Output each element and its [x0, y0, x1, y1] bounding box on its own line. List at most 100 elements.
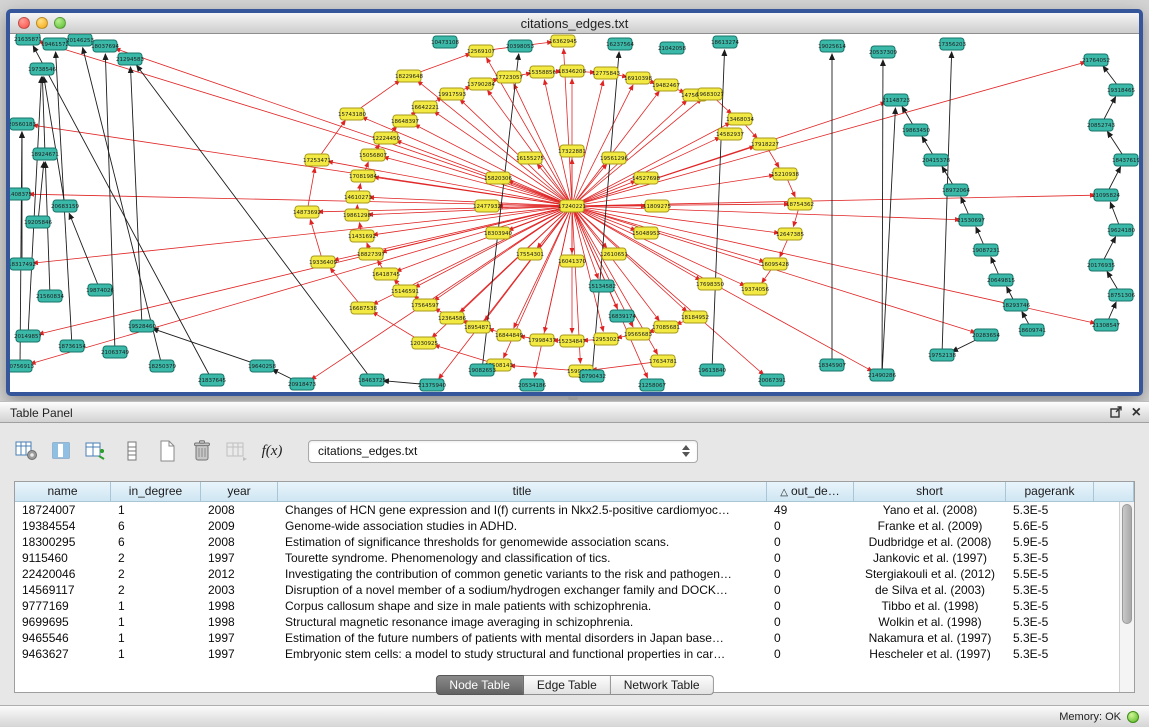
- graph-node[interactable]: [884, 94, 908, 106]
- graph-node[interactable]: [10, 360, 32, 372]
- graph-node[interactable]: [412, 337, 436, 349]
- graph-node[interactable]: [944, 184, 968, 196]
- graph-node[interactable]: [626, 72, 650, 84]
- graph-node[interactable]: [1084, 54, 1108, 66]
- graph-node[interactable]: [43, 38, 67, 50]
- graph-node[interactable]: [959, 214, 983, 226]
- graph-node[interactable]: [871, 46, 895, 58]
- graph-node[interactable]: [560, 145, 584, 157]
- graph-node[interactable]: [551, 35, 575, 47]
- graph-node[interactable]: [26, 216, 50, 228]
- graph-node[interactable]: [10, 118, 34, 130]
- graph-node[interactable]: [350, 230, 374, 242]
- zoom-window-icon[interactable]: [54, 17, 66, 29]
- graph-node[interactable]: [359, 248, 383, 260]
- graph-node[interactable]: [594, 67, 618, 79]
- graph-node[interactable]: [311, 256, 335, 268]
- new-table-icon[interactable]: [154, 438, 180, 464]
- table-row[interactable]: 1938455462009Genome-wide association stu…: [15, 518, 1134, 534]
- graph-node[interactable]: [88, 284, 112, 296]
- graph-node[interactable]: [130, 320, 154, 332]
- graph-node[interactable]: [250, 360, 274, 372]
- graph-node[interactable]: [560, 335, 584, 347]
- graph-node[interactable]: [440, 88, 464, 100]
- graph-node[interactable]: [974, 244, 998, 256]
- graph-node[interactable]: [698, 88, 722, 100]
- table-row[interactable]: 2242004622012Investigating the contribut…: [15, 566, 1134, 582]
- graph-node[interactable]: [683, 311, 707, 323]
- graph-node[interactable]: [1094, 319, 1118, 331]
- graph-node[interactable]: [634, 227, 658, 239]
- graph-node[interactable]: [760, 374, 784, 386]
- table-row[interactable]: 911546021997Tourette syndrome. Phenomeno…: [15, 550, 1134, 566]
- column-header-outde[interactable]: △out_de…: [767, 482, 854, 502]
- graph-node[interactable]: [940, 38, 964, 50]
- graph-node[interactable]: [53, 200, 77, 212]
- column-header-name[interactable]: name: [15, 482, 111, 502]
- table-row[interactable]: 946554611997Estimation of the future num…: [15, 630, 1134, 646]
- graph-node[interactable]: [904, 124, 928, 136]
- graph-node[interactable]: [718, 128, 742, 140]
- graph-node[interactable]: [773, 168, 797, 180]
- table-row[interactable]: 1872400712008Changes of HCN gene express…: [15, 502, 1134, 518]
- graph-node[interactable]: [374, 132, 398, 144]
- graph-node[interactable]: [924, 154, 948, 166]
- column-header-title[interactable]: title: [278, 482, 767, 502]
- graph-node[interactable]: [340, 108, 364, 120]
- graph-node[interactable]: [38, 290, 62, 302]
- graph-node[interactable]: [93, 40, 117, 52]
- graph-node[interactable]: [68, 34, 92, 46]
- graph-node[interactable]: [469, 45, 493, 57]
- graph-node[interactable]: [486, 172, 510, 184]
- graph-node[interactable]: [475, 200, 499, 212]
- graph-node[interactable]: [820, 40, 844, 52]
- graph-node[interactable]: [654, 321, 678, 333]
- network-table-select[interactable]: citations_edges.txt: [308, 440, 698, 463]
- graph-node[interactable]: [345, 209, 369, 221]
- graph-node[interactable]: [16, 34, 40, 45]
- graph-node[interactable]: [1094, 189, 1118, 201]
- float-panel-icon[interactable]: [1110, 406, 1122, 420]
- graph-node[interactable]: [530, 66, 554, 78]
- network-graph[interactable]: 1724022111809275150489531261065116041370…: [10, 34, 1139, 392]
- graph-node[interactable]: [608, 38, 632, 50]
- graph-node[interactable]: [360, 374, 384, 386]
- graph-node[interactable]: [290, 378, 314, 390]
- graph-node[interactable]: [640, 379, 664, 391]
- panel-resize-handle[interactable]: [568, 396, 578, 400]
- close-panel-icon[interactable]: ×: [1132, 405, 1141, 421]
- graph-node[interactable]: [10, 188, 30, 200]
- graph-node[interactable]: [560, 200, 584, 212]
- memory-status-icon[interactable]: [1127, 711, 1139, 723]
- graph-node[interactable]: [580, 370, 604, 382]
- vertical-scrollbar[interactable]: [1119, 502, 1134, 692]
- close-window-icon[interactable]: [18, 17, 30, 29]
- graph-node[interactable]: [497, 71, 521, 83]
- import-table-icon[interactable]: [224, 438, 250, 464]
- graph-node[interactable]: [1114, 154, 1138, 166]
- graph-node[interactable]: [763, 258, 787, 270]
- graph-node[interactable]: [788, 198, 812, 210]
- graph-node[interactable]: [200, 374, 224, 386]
- table-row[interactable]: 977716911998Corpus callosum shape and si…: [15, 598, 1134, 614]
- graph-node[interactable]: [602, 248, 626, 260]
- graph-node[interactable]: [518, 248, 542, 260]
- graph-node[interactable]: [393, 115, 417, 127]
- graph-node[interactable]: [60, 340, 84, 352]
- tab-edge-table[interactable]: Edge Table: [524, 675, 611, 695]
- delete-table-icon[interactable]: [189, 438, 215, 464]
- graph-node[interactable]: [651, 355, 675, 367]
- graph-node[interactable]: [1109, 224, 1133, 236]
- graph-node[interactable]: [150, 360, 174, 372]
- table-row[interactable]: 1830029562008Estimation of significance …: [15, 534, 1134, 550]
- graph-node[interactable]: [497, 329, 521, 341]
- graph-node[interactable]: [413, 101, 437, 113]
- table-options-icon[interactable]: [14, 438, 40, 464]
- graph-node[interactable]: [351, 302, 375, 314]
- graph-node[interactable]: [486, 227, 510, 239]
- graph-node[interactable]: [1109, 84, 1133, 96]
- show-columns-icon[interactable]: [49, 438, 75, 464]
- graph-node[interactable]: [728, 113, 752, 125]
- tab-network-table[interactable]: Network Table: [611, 675, 714, 695]
- column-header-pagerank[interactable]: pagerank: [1006, 482, 1094, 502]
